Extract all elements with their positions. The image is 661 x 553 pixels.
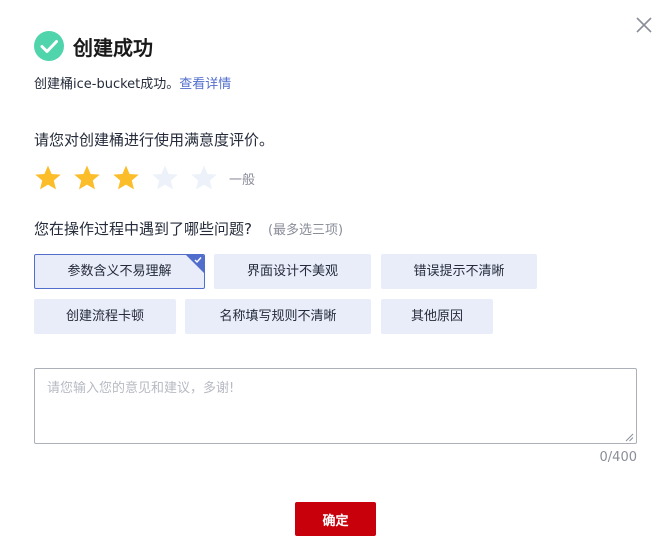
feedback-dialog: 创建成功 创建桶ice-bucket成功。查看详情 请您对创建桶进行使用满意度评… — [0, 0, 661, 553]
issue-tag-label: 创建流程卡顿 — [65, 309, 144, 324]
issue-tag-ui-design[interactable]: 界面设计不美观 — [214, 254, 371, 289]
issue-tag-param-meaning[interactable]: 参数含义不易理解 — [34, 254, 205, 289]
rating-level-label: 一般 — [229, 172, 256, 188]
feedback-textarea[interactable] — [34, 368, 637, 444]
issue-tag-process-lag[interactable]: 创建流程卡顿 — [34, 299, 176, 334]
view-details-link[interactable]: 查看详情 — [179, 77, 231, 92]
char-counter: 0/400 — [599, 450, 637, 465]
success-text: 创建桶ice-bucket成功。 — [34, 77, 180, 92]
star-icon-3[interactable] — [112, 164, 140, 192]
issue-tag-other[interactable]: 其他原因 — [381, 299, 493, 334]
check-circle-icon — [34, 31, 64, 61]
issues-question-text: 您在操作过程中遇到了哪些问题? — [34, 220, 252, 238]
issue-tag-label: 界面设计不美观 — [246, 264, 338, 279]
confirm-button[interactable]: 确定 — [295, 502, 376, 536]
issue-tag-label: 名称填写规则不清晰 — [219, 309, 337, 324]
issue-tag-naming-rules[interactable]: 名称填写规则不清晰 — [185, 299, 371, 334]
issue-tag-label: 错误提示不清晰 — [413, 264, 505, 279]
star-icon-1[interactable] — [34, 164, 62, 192]
issues-question: 您在操作过程中遇到了哪些问题? (最多选三项) — [34, 218, 343, 239]
check-icon — [194, 257, 202, 264]
star-icon-5[interactable] — [190, 164, 218, 192]
star-rating: 一般 — [34, 164, 255, 192]
rating-question: 请您对创建桶进行使用满意度评价。 — [34, 131, 275, 149]
title-row: 创建成功 — [34, 30, 153, 62]
success-message: 创建桶ice-bucket成功。查看详情 — [34, 73, 231, 92]
close-icon[interactable] — [634, 15, 654, 35]
issue-tag-error-hint[interactable]: 错误提示不清晰 — [381, 254, 537, 289]
star-icon-4[interactable] — [151, 164, 179, 192]
dialog-title: 创建成功 — [73, 35, 153, 60]
issue-tag-label: 参数含义不易理解 — [67, 264, 172, 279]
star-icon-2[interactable] — [73, 164, 101, 192]
issue-tag-label: 其他原因 — [410, 309, 463, 324]
issues-hint: (最多选三项) — [267, 223, 344, 238]
